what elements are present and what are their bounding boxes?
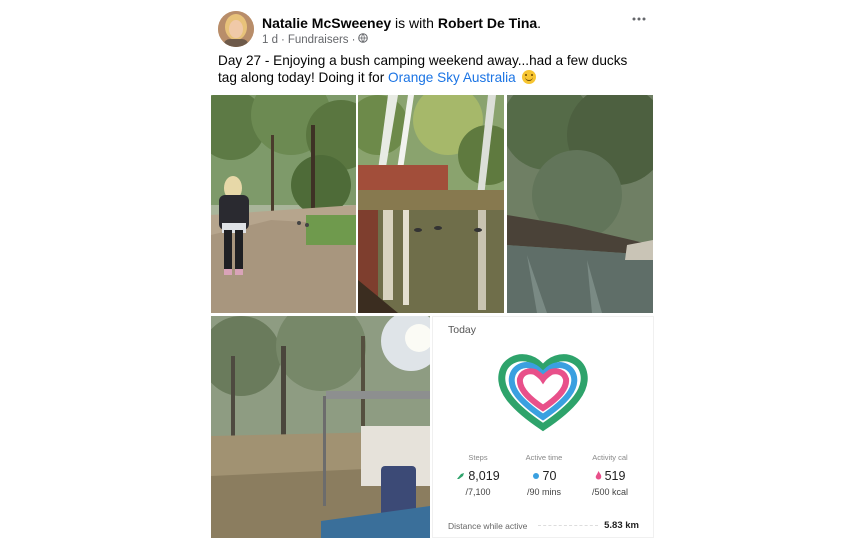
activity-cal-goal: /500 kcal: [591, 487, 629, 497]
orange-sky-link[interactable]: Orange Sky Australia: [388, 70, 516, 85]
smile-emoji-icon: [521, 70, 536, 84]
activity-heart-icon: [498, 354, 588, 432]
riverbank-photo[interactable]: [507, 95, 653, 313]
activity-cal-value: 519: [604, 469, 626, 483]
walking-path-photo[interactable]: [211, 95, 356, 313]
steps-label: Steps: [468, 453, 488, 462]
meta-separator-2: ·: [351, 33, 356, 46]
activity-card[interactable]: Today Steps 8,019 /7,100 Active time 70 …: [432, 316, 654, 538]
active-time-icon: [532, 469, 540, 483]
campsite-photo[interactable]: [211, 316, 430, 538]
with-text: is with: [391, 15, 438, 31]
ducks-water-photo[interactable]: [358, 95, 504, 313]
distance-label: Distance while active: [448, 521, 528, 531]
post-meta: 1 d · Fundraisers ·: [262, 33, 369, 46]
steps-goal: /7,100: [465, 487, 491, 497]
activity-cal-stat: Activity cal 519 /500 kcal: [575, 453, 645, 497]
active-time-goal: /90 mins: [526, 487, 561, 497]
meta-separator: ·: [281, 33, 285, 46]
distance-divider: [538, 525, 598, 526]
post-time[interactable]: 1 d: [262, 34, 278, 46]
globe-icon: [358, 33, 369, 46]
distance-value: 5.83 km: [604, 520, 639, 531]
steps-value: 8,019: [468, 469, 500, 483]
post-text: Day 27 - Enjoying a bush camping weekend…: [218, 52, 648, 86]
post-header: Natalie McSweeney is with Robert De Tina…: [262, 15, 541, 31]
activity-cal-label: Activity cal: [592, 453, 628, 462]
post-category[interactable]: Fundraisers: [288, 34, 349, 46]
author-name[interactable]: Natalie McSweeney: [262, 15, 391, 31]
avatar[interactable]: [218, 11, 254, 47]
steps-stat: Steps 8,019 /7,100: [443, 453, 513, 497]
active-time-label: Active time: [525, 453, 563, 462]
active-time-value: 70: [542, 469, 557, 483]
active-time-stat: Active time 70 /90 mins: [509, 453, 579, 497]
steps-shoe-icon: [456, 469, 465, 483]
more-options-icon[interactable]: [632, 8, 646, 26]
facebook-post: Natalie McSweeney is with Robert De Tina…: [210, 0, 654, 540]
period: .: [537, 15, 542, 31]
flame-icon: [595, 469, 602, 483]
tagged-name[interactable]: Robert De Tina: [438, 15, 537, 31]
today-label: Today: [448, 324, 477, 336]
